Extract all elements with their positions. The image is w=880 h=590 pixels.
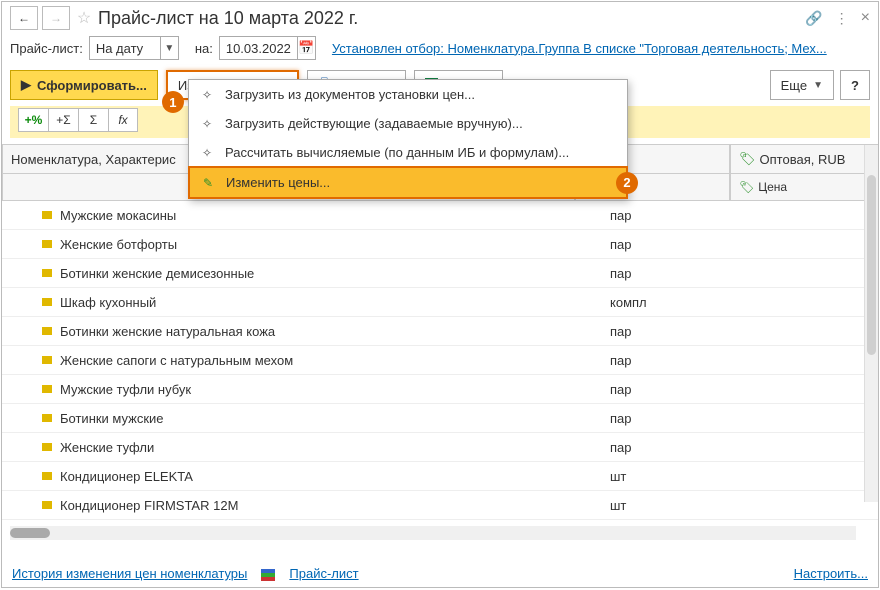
cell-unit: пар xyxy=(602,208,702,223)
tag-icon: 🏷 xyxy=(739,151,756,167)
nav-forward-button[interactable]: → xyxy=(42,6,70,30)
cell-name: Мужские мокасины xyxy=(2,208,602,223)
play-icon: ▶ xyxy=(21,77,31,93)
history-link[interactable]: История изменения цен номенклатуры xyxy=(12,566,247,581)
link-icon[interactable]: 🔗 xyxy=(805,10,822,27)
change-prices-dropdown: ✧ Загрузить из документов установки цен.… xyxy=(188,79,628,199)
dropdown-label: Рассчитать вычисляемые (по данным ИБ и ф… xyxy=(225,145,569,160)
folder-icon xyxy=(42,327,52,335)
dropdown-item-calc[interactable]: ✧ Рассчитать вычисляемые (по данным ИБ и… xyxy=(189,138,627,167)
price-list-link[interactable]: Прайс-лист xyxy=(289,566,358,581)
table-row[interactable]: Мужские мокасиныпар xyxy=(2,201,878,230)
cell-unit: пар xyxy=(602,324,702,339)
calendar-icon[interactable]: 📅 xyxy=(297,37,315,59)
callout-badge-1: 1 xyxy=(162,91,184,113)
callout-badge-2: 2 xyxy=(616,172,638,194)
tag-icon: 🏷 xyxy=(739,180,754,194)
cell-name: Мужские туфли нубук xyxy=(2,382,602,397)
cell-name: Кондиционер FIRMSTAR 12M xyxy=(2,498,602,513)
folder-icon xyxy=(42,385,52,393)
more-menu-icon[interactable]: ⋮ xyxy=(835,10,849,27)
price-list-value: На дату xyxy=(90,41,160,56)
fx-button[interactable]: fx xyxy=(108,108,138,132)
price-list-label: Прайс-лист: xyxy=(10,41,83,56)
dropdown-label: Загрузить из документов установки цен... xyxy=(225,87,475,102)
dropdown-item-change-prices[interactable]: ✎ Изменить цены... 2 xyxy=(188,166,628,199)
cell-unit: пар xyxy=(602,237,702,252)
folder-icon xyxy=(42,240,52,248)
table-row[interactable]: Кондиционер FIRMSTAR 12Mшт xyxy=(2,491,878,520)
cell-unit: пар xyxy=(602,382,702,397)
table-row[interactable]: Кондиционер ELEKTAшт xyxy=(2,462,878,491)
cell-name: Женские ботфорты xyxy=(2,237,602,252)
cell-unit: пар xyxy=(602,440,702,455)
cell-name: Шкаф кухонный xyxy=(2,295,602,310)
close-icon[interactable]: × xyxy=(861,9,870,27)
col-header-wholesale: 🏷 Оптовая, RUB xyxy=(730,145,878,174)
wand-icon: ✧ xyxy=(199,146,215,160)
folder-icon xyxy=(42,356,52,364)
dropdown-label: Загрузить действующие (задаваемые вручну… xyxy=(225,116,523,131)
dropdown-item-load-current[interactable]: ✧ Загрузить действующие (задаваемые вруч… xyxy=(189,109,627,138)
wand-icon: ✧ xyxy=(199,88,215,102)
table-row[interactable]: Ботинки женские натуральная кожапар xyxy=(2,317,878,346)
horizontal-scrollbar[interactable] xyxy=(10,526,856,540)
folder-icon xyxy=(42,472,52,480)
table-row[interactable]: Шкаф кухонныйкомпл xyxy=(2,288,878,317)
page-title: Прайс-лист на 10 марта 2022 г. xyxy=(98,8,801,29)
date-value: 10.03.2022 xyxy=(220,41,297,56)
form-button-label: Сформировать... xyxy=(37,78,147,93)
sum-button[interactable]: Σ xyxy=(78,108,108,132)
dropdown-item-load-docs[interactable]: ✧ Загрузить из документов установки цен.… xyxy=(189,80,627,109)
folder-icon xyxy=(42,443,52,451)
folder-icon xyxy=(42,298,52,306)
percent-button[interactable]: +% xyxy=(18,108,48,132)
cell-unit: компл xyxy=(602,295,702,310)
cell-unit: пар xyxy=(602,266,702,281)
plus-sum-button[interactable]: +Σ xyxy=(48,108,78,132)
table-row[interactable]: Женские ботфортыпар xyxy=(2,230,878,259)
cell-unit: шт xyxy=(602,469,702,484)
cell-unit: шт xyxy=(602,498,702,513)
help-button[interactable]: ? xyxy=(840,70,870,100)
scroll-thumb[interactable] xyxy=(867,175,876,355)
cell-name: Ботинки женские натуральная кожа xyxy=(2,324,602,339)
price-list-select[interactable]: На дату ▼ xyxy=(89,36,179,60)
dropdown-label: Изменить цены... xyxy=(226,175,330,190)
table-row[interactable]: Ботинки мужскиепар xyxy=(2,404,878,433)
folder-icon xyxy=(42,501,52,509)
folder-icon xyxy=(42,211,52,219)
cell-name: Ботинки мужские xyxy=(2,411,602,426)
table-row[interactable]: Женские сапоги с натуральным мехомпар xyxy=(2,346,878,375)
folder-icon xyxy=(42,414,52,422)
scroll-thumb[interactable] xyxy=(10,528,50,538)
folder-icon xyxy=(42,269,52,277)
chevron-down-icon[interactable]: ▼ xyxy=(160,37,178,59)
cell-name: Кондиционер ELEKTA xyxy=(2,469,602,484)
table-row[interactable]: Мужские туфли нубукпар xyxy=(2,375,878,404)
favorite-star-icon[interactable]: ☆ xyxy=(74,8,94,28)
vertical-scrollbar[interactable] xyxy=(864,145,878,502)
table-row[interactable]: Женские туфлипар xyxy=(2,433,878,462)
chevron-down-icon: ▼ xyxy=(813,80,823,91)
filter-set-link[interactable]: Установлен отбор: Номенклатура.Группа В … xyxy=(332,41,827,56)
col-subheader-price: 🏷 Цена xyxy=(730,174,878,201)
chart-icon xyxy=(261,566,275,581)
cell-name: Женские туфли xyxy=(2,440,602,455)
cell-unit: пар xyxy=(602,411,702,426)
table-row[interactable]: Ботинки женские демисезонныепар xyxy=(2,259,878,288)
wand-icon: ✧ xyxy=(199,117,215,131)
cell-name: Женские сапоги с натуральным мехом xyxy=(2,353,602,368)
date-field[interactable]: 10.03.2022 📅 xyxy=(219,36,316,60)
form-button[interactable]: ▶ Сформировать... xyxy=(10,70,158,100)
cell-unit: пар xyxy=(602,353,702,368)
cell-name: Ботинки женские демисезонные xyxy=(2,266,602,281)
on-date-label: на: xyxy=(195,41,213,56)
settings-link[interactable]: Настроить... xyxy=(794,566,868,581)
table-body: Мужские мокасиныпарЖенские ботфортыпарБо… xyxy=(2,201,878,531)
pencil-icon: ✎ xyxy=(200,176,216,190)
more-button[interactable]: Еще ▼ xyxy=(770,70,834,100)
more-label: Еще xyxy=(781,78,807,93)
nav-back-button[interactable]: ← xyxy=(10,6,38,30)
